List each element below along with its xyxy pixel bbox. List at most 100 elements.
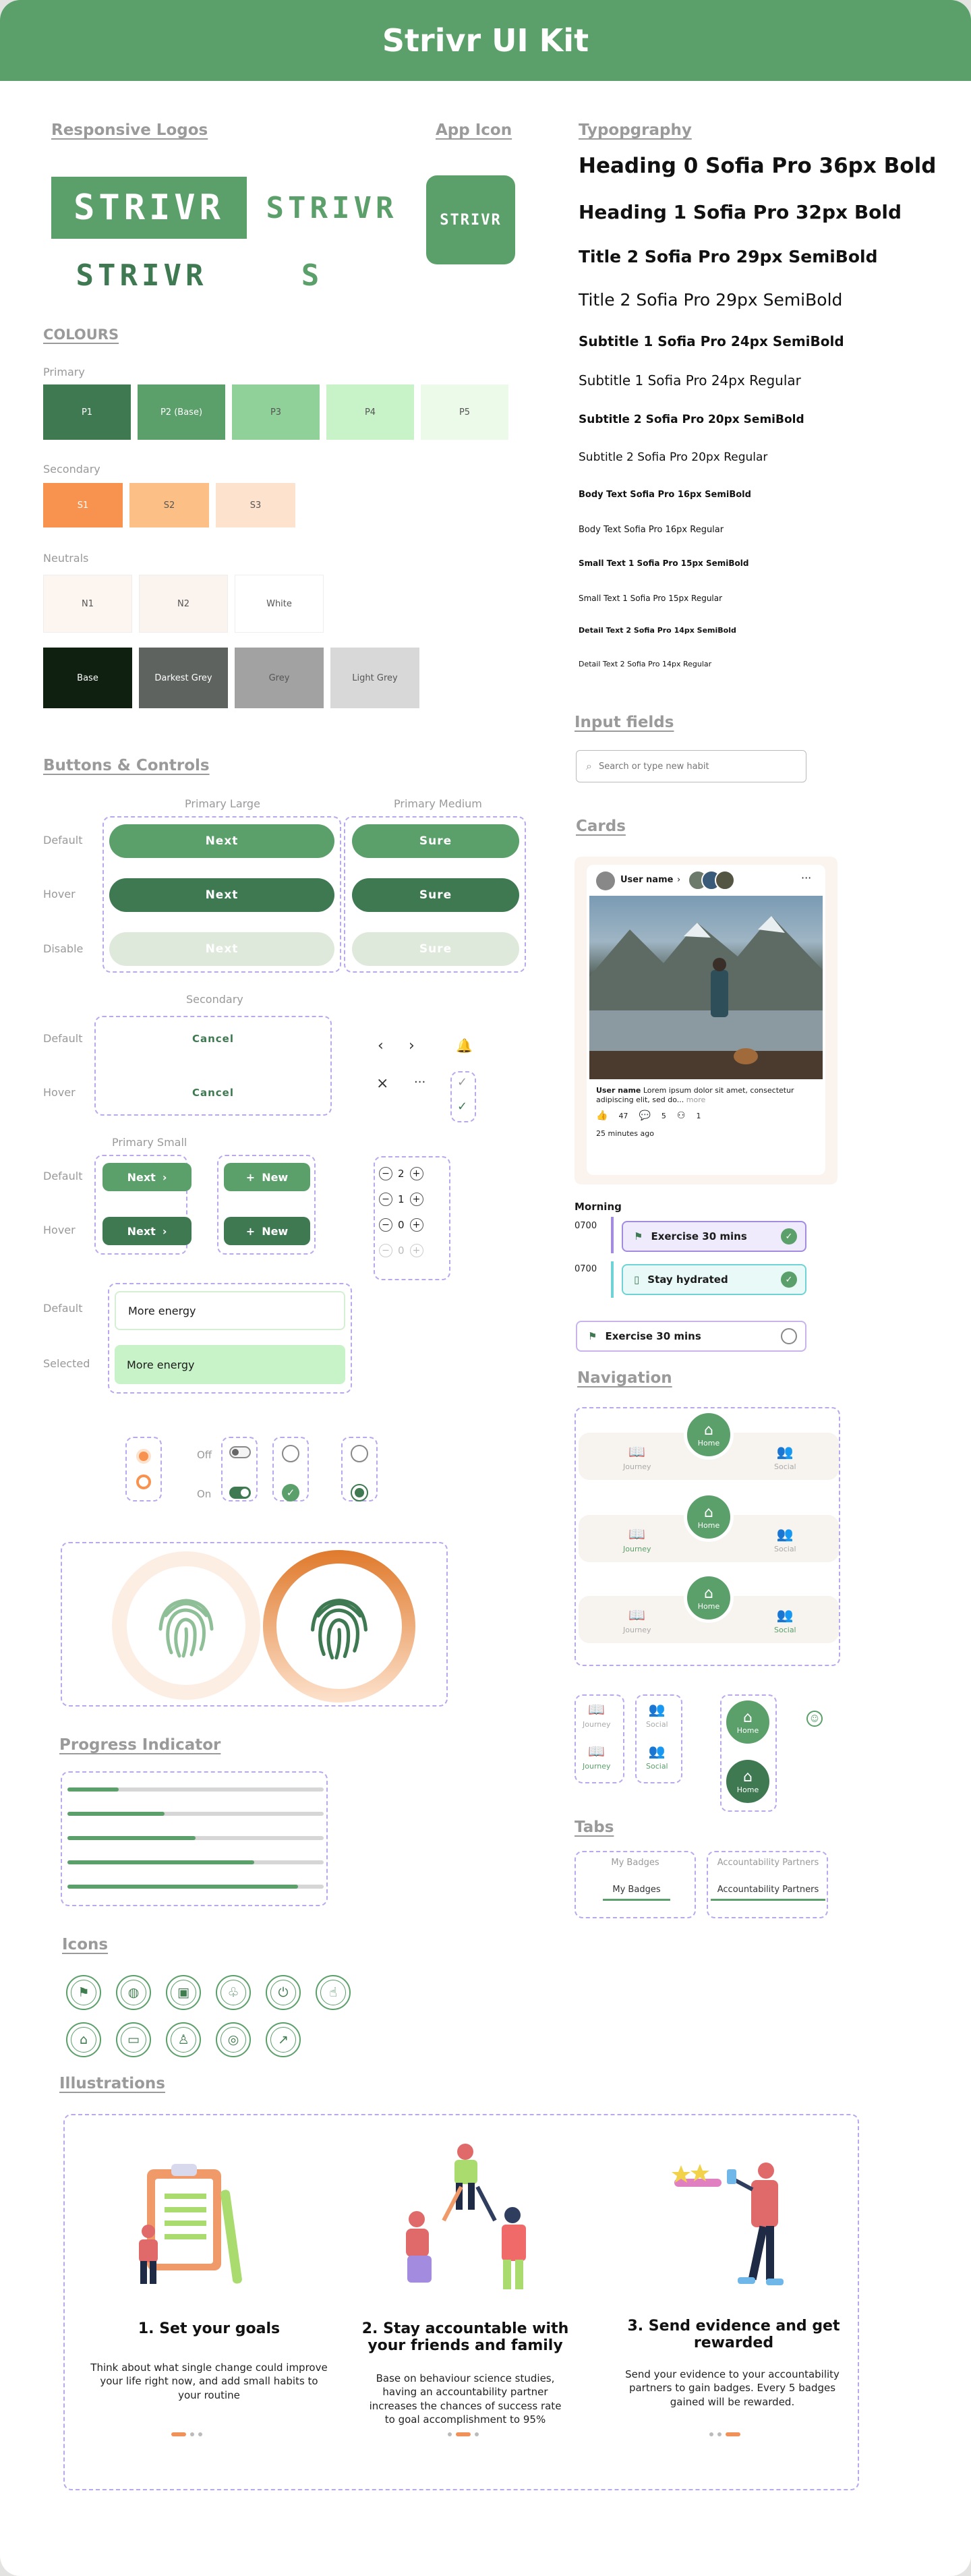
next-button-large-hover[interactable]: Next [109,878,334,912]
sure-button-medium-default[interactable]: Sure [352,824,519,858]
quantity-stepper[interactable]: −2 + [379,1167,423,1180]
new-button-default[interactable]: + New [224,1163,310,1191]
typography-sample: Heading 1 Sofia Pro 32px Bold [579,201,902,223]
minus-icon[interactable]: − [379,1193,392,1206]
bell-icon[interactable]: 🔔 [456,1037,473,1054]
radio-unselected[interactable] [351,1445,368,1462]
checkbox-unchecked[interactable] [282,1445,299,1462]
habit-time: 0700 [575,1221,597,1231]
toggle-on[interactable] [229,1487,251,1499]
tab-my-badges-inactive[interactable]: My Badges [581,1858,689,1868]
nav-home[interactable]: ⌂ Home [684,1573,734,1623]
option-more-energy-selected[interactable]: More energy [115,1345,345,1384]
close-icon[interactable]: × [376,1075,388,1092]
post-card[interactable]: User name › ··· User name Lorem ipsum do… [587,865,825,1175]
plus-icon[interactable]: + [409,1167,423,1180]
more-link[interactable]: more [686,1095,706,1104]
new-button-hover[interactable]: + New [224,1217,310,1245]
fingerprint-icon [311,1599,367,1660]
share-icon[interactable]: ⚇ [677,1110,686,1121]
typography-sample: Subtitle 2 Sofia Pro 20px SemiBold [579,413,804,426]
illustration-3-title: 3. Send evidence and get rewarded [627,2318,840,2351]
colour-swatch: S2 [129,483,209,527]
nav-journey-inactive[interactable]: 📖 Journey [583,1701,611,1729]
profile-icon[interactable]: ☺ [806,1711,823,1727]
colour-swatch: Darkest Grey [139,648,228,708]
radio-selected[interactable] [136,1449,151,1464]
habit-check-empty[interactable] [781,1328,797,1344]
nav-journey-active[interactable]: 📖 Journey [583,1743,611,1771]
label-secondary: Secondary [186,993,243,1006]
typography-sample: Small Text 1 Sofia Pro 15px Regular [579,594,723,603]
toggle-off[interactable] [229,1446,251,1458]
plus-icon[interactable]: + [409,1218,423,1232]
comment-count: 5 [661,1111,666,1120]
tab-partners-inactive[interactable]: Accountability Partners [711,1858,825,1868]
sure-button-medium-hover[interactable]: Sure [352,878,519,912]
tab-my-badges-active[interactable]: My Badges [603,1885,670,1901]
search-field[interactable] [598,761,788,772]
habit-item[interactable]: ▯ Stay hydrated ✓ [622,1264,806,1295]
radio-unselected[interactable] [136,1475,151,1489]
check-icon-active[interactable]: ✓ [457,1099,467,1114]
typography-sample: Small Text 1 Sofia Pro 15px SemiBold [579,559,749,568]
radio-selected[interactable] [351,1484,368,1501]
nav-journey[interactable]: 📖 Journey [623,1607,651,1634]
next-button-small-hover[interactable]: Next › [102,1217,192,1245]
home-icon: ⌂ [704,1504,713,1521]
minus-icon[interactable]: − [379,1167,392,1180]
tab-partners-active[interactable]: Accountability Partners [711,1885,825,1901]
plus-icon[interactable]: + [409,1193,423,1206]
colour-swatch: P2 (Base) [138,384,225,440]
post-username[interactable]: User name [620,875,673,885]
search-icon: ⌕ [586,760,592,772]
next-button-large-default[interactable]: Next [109,824,334,858]
avatar-group[interactable] [688,870,735,890]
colour-swatch: Light Grey [330,648,419,708]
thumbs-up-icon: ☝ [316,1975,351,2010]
nav-journey[interactable]: 📖 Journey [623,1526,651,1553]
nav-social-inactive[interactable]: 👥 Social [646,1701,668,1729]
avatar[interactable] [596,871,615,890]
search-input[interactable]: ⌕ [576,750,806,782]
post-image[interactable] [589,896,823,1079]
cancel-button-hover[interactable]: Cancel [101,1079,325,1106]
quantity-stepper[interactable]: −0 + [379,1218,423,1232]
nav-home[interactable]: ⌂ Home [684,1410,734,1460]
typography-sample: Body Text Sofia Pro 16px Regular [579,525,724,535]
typography-sample: Body Text Sofia Pro 16px SemiBold [579,490,751,500]
like-icon[interactable]: 👍 [596,1110,608,1121]
nav-social[interactable]: 👥 Social [774,1443,796,1471]
option-more-energy-default[interactable]: More energy [115,1291,345,1330]
quantity-stepper[interactable]: −1 + [379,1193,423,1206]
quantity-stepper-disabled: −0 + [379,1244,423,1257]
nav-social[interactable]: 👥 Social [774,1526,796,1553]
stepper-value: 1 [398,1193,405,1205]
comment-icon[interactable]: 💬 [639,1110,650,1121]
nav-journey[interactable]: 📖 Journey [623,1443,651,1471]
habit-item[interactable]: ⚑ Exercise 30 mins ✓ [622,1221,806,1252]
nav-home-default[interactable]: ⌂ Home [723,1697,773,1747]
habit-item-unchecked[interactable]: ⚑ Exercise 30 mins [576,1321,806,1352]
habit-done-check[interactable]: ✓ [781,1271,797,1288]
pager-dots [448,2432,479,2436]
chevron-right-icon[interactable]: › [409,1037,415,1054]
chevron-left-icon[interactable]: ‹ [378,1037,384,1054]
nav-label: Home [736,1726,759,1735]
more-dots-icon[interactable]: ··· [801,871,811,884]
cancel-button-default[interactable]: Cancel [101,1025,325,1052]
minus-icon[interactable]: − [379,1218,392,1232]
nav-social[interactable]: 👥 Social [774,1607,796,1634]
fingerprint-active[interactable] [263,1550,415,1702]
habit-done-check[interactable]: ✓ [781,1228,797,1244]
nav-home[interactable]: ⌂ Home [684,1492,734,1542]
nav-home-hover[interactable]: ⌂ Home [723,1756,773,1806]
button-label: Next [127,1224,156,1238]
check-icon-inactive[interactable]: ✓ [457,1075,467,1089]
next-button-small-default[interactable]: Next › [102,1163,192,1191]
illustration-2-title: 2. Stay accountable with your friends an… [361,2320,569,2354]
checkbox-checked[interactable]: ✓ [282,1484,299,1501]
fingerprint-idle[interactable] [112,1551,260,1700]
more-dots-icon[interactable]: ··· [414,1075,425,1089]
nav-social-active[interactable]: 👥 Social [646,1743,668,1771]
